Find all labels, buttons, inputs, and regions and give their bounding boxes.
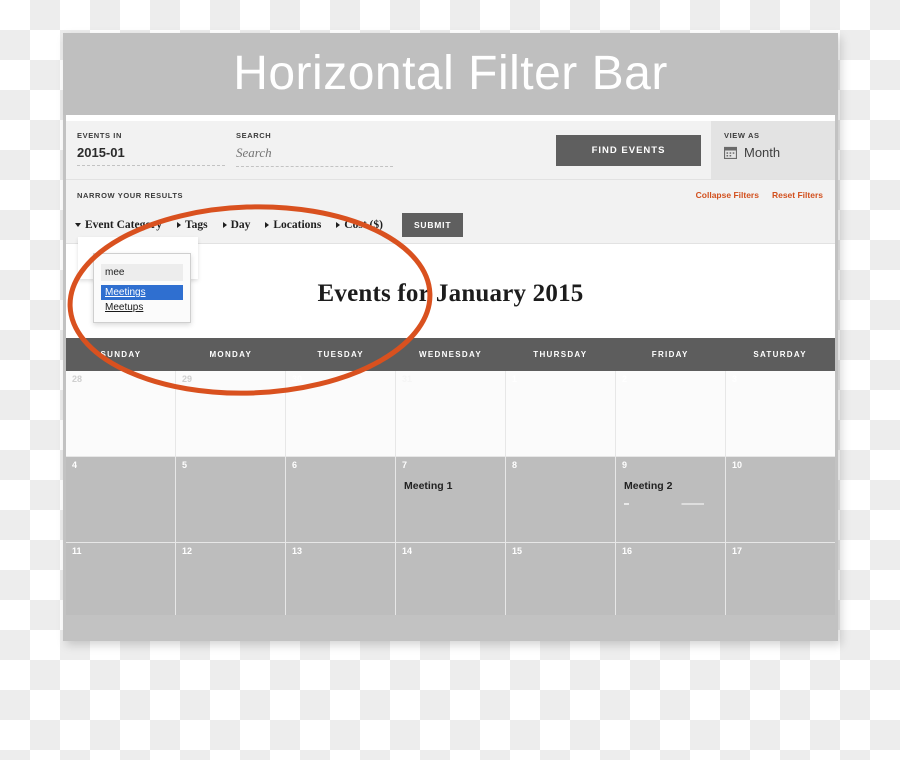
page-title: Horizontal Filter Bar (233, 47, 668, 100)
calendar-day-cell[interactable]: 16 (616, 543, 726, 615)
title-band: Horizontal Filter Bar (63, 33, 838, 115)
calendar-day-cell[interactable]: 10 (726, 457, 835, 543)
search-field-block: SEARCH (236, 131, 436, 167)
day-number: 12 (182, 546, 193, 556)
calendar-day-cell[interactable]: 12 (176, 543, 286, 615)
filter-tags[interactable]: Tags (176, 219, 208, 231)
search-label: SEARCH (236, 131, 272, 140)
calendar-day-cell[interactable]: 14 (396, 543, 506, 615)
calendar-day-cell[interactable]: 3 (726, 371, 835, 457)
day-number: 2 (622, 374, 628, 384)
day-number: 7 (402, 460, 408, 470)
view-as-block: VIEW AS Month (711, 121, 835, 179)
calendar-day-cell[interactable]: 29 (176, 371, 286, 457)
calendar-day-cell[interactable]: 11 (66, 543, 176, 615)
day-header-monday: MONDAY (209, 350, 253, 359)
day-number: 29 (182, 374, 193, 384)
filter-locations[interactable]: Locations (265, 219, 321, 231)
day-number: 15 (512, 546, 523, 556)
filter-event-category[interactable]: Event Category (75, 219, 162, 231)
event-meta-placeholder (624, 503, 704, 505)
calendar-day-cell[interactable]: 9 Meeting 2 (616, 457, 726, 543)
calendar-day-cell[interactable]: 5 (176, 457, 286, 543)
calendar-week-row: 11 12 13 14 15 16 17 (66, 543, 835, 615)
day-header-friday: FRIDAY (651, 350, 689, 359)
chevron-right-icon (336, 222, 341, 228)
day-number: 8 (512, 460, 518, 470)
autocomplete-option-meetings[interactable]: Meetings (101, 285, 183, 300)
filter-label: Event Category (85, 219, 162, 231)
collapse-filters-link[interactable]: Collapse Filters (696, 190, 759, 200)
narrow-results-title: NARROW YOUR RESULTS (77, 191, 184, 200)
filter-label: Locations (273, 219, 322, 231)
submit-button[interactable]: SUBMIT (401, 213, 464, 237)
day-header-thursday: THURSDAY (533, 350, 588, 359)
window-footer (63, 615, 838, 641)
calendar-day-cell[interactable]: 13 (286, 543, 396, 615)
find-events-bar: EVENTS IN 2015-01 SEARCH FIND EVENTS VIE… (66, 121, 835, 180)
autocomplete-option-meetups[interactable]: Meetups (101, 300, 183, 315)
filter-label: Cost ($) (344, 219, 383, 231)
calendar-day-cell[interactable]: 2 (616, 371, 726, 457)
day-number: 1 (512, 374, 518, 384)
day-number: 31 (402, 374, 413, 384)
day-header-tuesday: TUESDAY (317, 350, 364, 359)
view-as-value[interactable]: Month (744, 145, 780, 160)
filter-day[interactable]: Day (222, 219, 251, 231)
narrow-results-bar: NARROW YOUR RESULTS Collapse Filters Res… (66, 180, 835, 323)
view-as-label: VIEW AS (724, 131, 760, 140)
chevron-right-icon (265, 222, 270, 228)
event-item[interactable]: Meeting 1 (404, 480, 497, 492)
events-in-label: EVENTS IN (77, 131, 122, 140)
calendar-day-cell[interactable]: 28 (66, 371, 176, 457)
reset-filters-link[interactable]: Reset Filters (772, 190, 823, 200)
event-item[interactable]: Meeting 2 (624, 480, 717, 492)
calendar-day-cell[interactable]: 1 (506, 371, 616, 457)
chevron-down-icon (75, 223, 81, 227)
chevron-right-icon (176, 222, 181, 228)
filter-label: Tags (184, 219, 208, 231)
day-header-wednesday: WEDNESDAY (419, 350, 482, 359)
filter-label: Day (230, 219, 251, 231)
find-events-button[interactable]: FIND EVENTS (556, 135, 701, 166)
calendar-day-cell[interactable]: 17 (726, 543, 835, 615)
calendar-day-cell[interactable]: 8 (506, 457, 616, 543)
day-number: 10 (732, 460, 743, 470)
chevron-right-icon (222, 222, 227, 228)
events-in-value[interactable]: 2015-01 (77, 145, 225, 166)
calendar-icon (723, 146, 738, 160)
day-number: 13 (292, 546, 303, 556)
day-header-sunday: SUNDAY (100, 350, 142, 359)
calendar-week-row: 4 5 6 7 Meeting 1 8 9 Meeting 2 10 (66, 457, 835, 543)
calendar-day-cell[interactable]: 7 Meeting 1 (396, 457, 506, 543)
day-number: 16 (622, 546, 633, 556)
search-input[interactable] (236, 145, 393, 167)
day-number: 28 (72, 374, 83, 384)
calendar-day-headers: SUNDAY MONDAY TUESDAY WEDNESDAY THURSDAY… (66, 338, 835, 371)
day-number: 17 (732, 546, 743, 556)
autocomplete-input[interactable] (101, 264, 183, 281)
day-number: 6 (292, 460, 298, 470)
app-page: EVENTS IN 2015-01 SEARCH FIND EVENTS VIE… (66, 115, 835, 615)
filter-items-row: Event Category Tags Day Locations Cost (… (75, 213, 464, 237)
day-number: 3 (732, 374, 738, 384)
calendar-day-cell[interactable]: 6 (286, 457, 396, 543)
calendar-day-cell[interactable]: 31 (396, 371, 506, 457)
browser-window: Horizontal Filter Bar EVENTS IN 2015-01 … (63, 33, 838, 641)
calendar-week-row: 28 29 30 31 1 2 3 (66, 371, 835, 457)
day-number: 30 (292, 374, 303, 384)
day-header-saturday: SATURDAY (753, 350, 807, 359)
filter-cost[interactable]: Cost ($) (336, 219, 383, 231)
day-number: 4 (72, 460, 78, 470)
events-in-field-block: EVENTS IN 2015-01 (77, 131, 225, 166)
calendar-day-cell[interactable]: 4 (66, 457, 176, 543)
filter-links: Collapse Filters Reset Filters (696, 190, 823, 200)
calendar-day-cell[interactable]: 15 (506, 543, 616, 615)
autocomplete-box: Meetings Meetups (93, 253, 191, 323)
calendar-day-cell-today[interactable]: 30 (286, 371, 396, 457)
day-number: 11 (72, 546, 82, 556)
day-number: 9 (622, 460, 628, 470)
day-number: 14 (402, 546, 413, 556)
day-number: 5 (182, 460, 188, 470)
